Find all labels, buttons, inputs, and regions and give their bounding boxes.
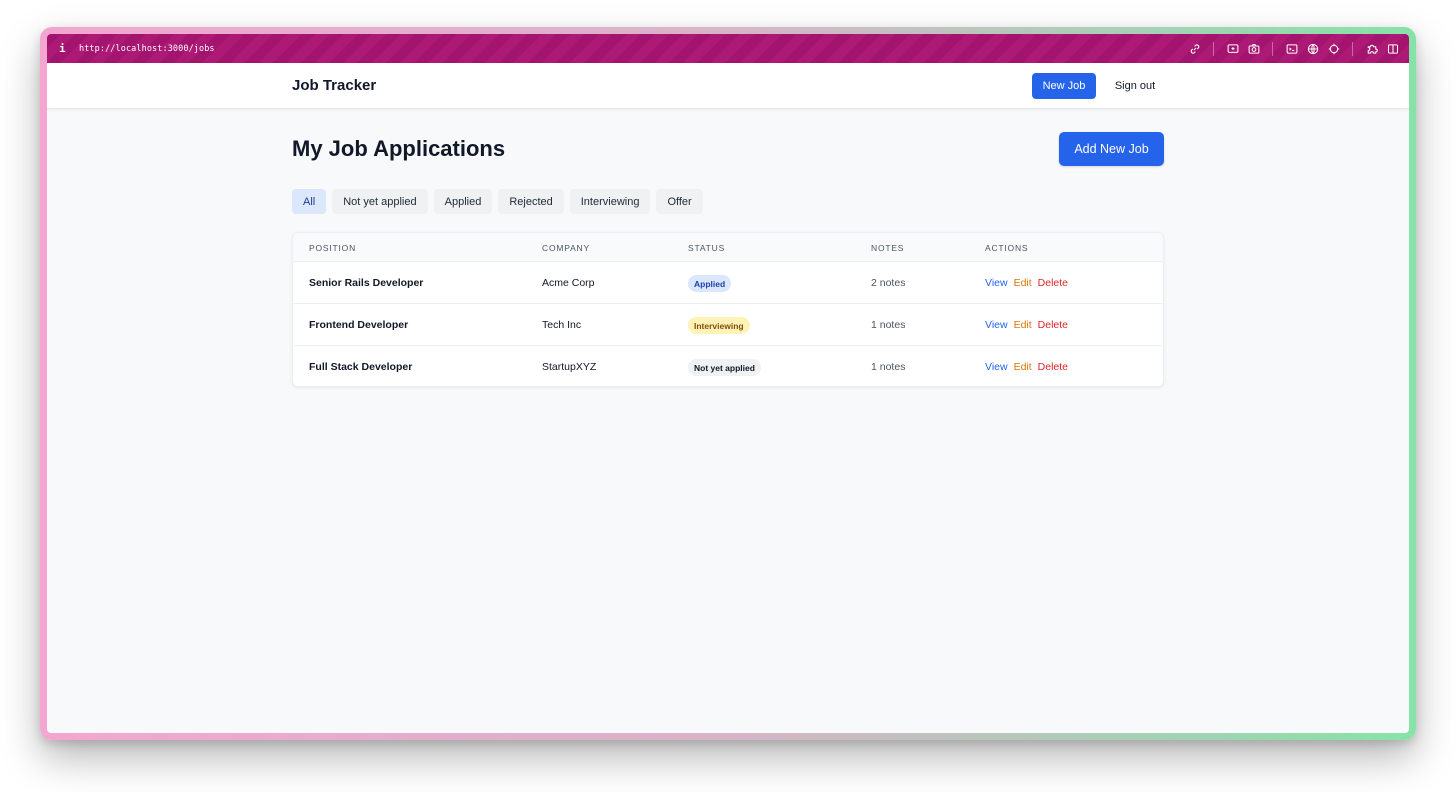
screen-record-icon[interactable] xyxy=(1226,42,1239,55)
table-row: Frontend Developer Tech Inc Interviewing… xyxy=(293,304,1163,346)
globe-icon[interactable] xyxy=(1306,42,1319,55)
edit-link[interactable]: Edit xyxy=(1014,277,1032,289)
delete-link[interactable]: Delete xyxy=(1038,319,1068,331)
row-actions: View Edit Delete xyxy=(985,361,1068,373)
column-header-position: POSITION xyxy=(309,243,357,253)
sign-out-button[interactable]: Sign out xyxy=(1107,73,1163,99)
status-badge: Applied xyxy=(688,275,732,292)
job-position: Senior Rails Developer xyxy=(309,277,424,289)
column-header-notes: NOTES xyxy=(871,243,905,253)
table-row: Full Stack Developer StartupXYZ Not yet … xyxy=(293,346,1163,386)
row-actions: View Edit Delete xyxy=(985,319,1068,331)
page-title: My Job Applications xyxy=(292,136,506,161)
view-link[interactable]: View xyxy=(985,319,1008,331)
filter-not-yet-applied[interactable]: Not yet applied xyxy=(332,189,428,214)
status-badge: Not yet applied xyxy=(688,359,761,376)
job-company: Tech Inc xyxy=(542,319,582,331)
filter-interviewing[interactable]: Interviewing xyxy=(569,189,651,214)
crosshair-icon[interactable] xyxy=(1327,42,1340,55)
filter-rejected[interactable]: Rejected xyxy=(498,189,564,214)
table-header: POSITION COMPANY STATUS NOTES ACTIONS xyxy=(293,233,1163,262)
job-position: Frontend Developer xyxy=(309,319,409,331)
column-header-status: STATUS xyxy=(688,243,726,253)
info-icon[interactable]: i xyxy=(59,42,71,55)
job-notes-count: 2 notes xyxy=(871,277,906,289)
link-icon[interactable] xyxy=(1188,42,1201,55)
view-link[interactable]: View xyxy=(985,277,1008,289)
job-notes-count: 1 notes xyxy=(871,361,906,373)
column-header-company: COMPANY xyxy=(542,243,590,253)
delete-link[interactable]: Delete xyxy=(1038,277,1068,289)
filter-applied[interactable]: Applied xyxy=(433,189,493,214)
filter-all[interactable]: All xyxy=(292,189,327,214)
terminal-icon[interactable] xyxy=(1285,42,1298,55)
puzzle-icon[interactable] xyxy=(1365,42,1378,55)
job-notes-count: 1 notes xyxy=(871,319,906,331)
filter-offer[interactable]: Offer xyxy=(656,189,703,214)
browser-window: i http://localhost:3000/jobs Job Tracker… xyxy=(47,34,1409,733)
view-link[interactable]: View xyxy=(985,361,1008,373)
camera-icon[interactable] xyxy=(1247,42,1260,55)
job-company: StartupXYZ xyxy=(542,361,597,373)
brand-logo[interactable]: Job Tracker xyxy=(292,77,376,94)
edit-link[interactable]: Edit xyxy=(1014,319,1032,331)
status-badge: Interviewing xyxy=(688,317,750,334)
table-row: Senior Rails Developer Acme Corp Applied… xyxy=(293,262,1163,304)
status-filter-tabs: All Not yet applied Applied Rejected Int… xyxy=(292,189,703,214)
job-position: Full Stack Developer xyxy=(309,361,413,373)
add-new-job-button[interactable]: Add New Job xyxy=(1059,132,1164,166)
row-actions: View Edit Delete xyxy=(985,277,1068,289)
new-job-button[interactable]: New Job xyxy=(1032,73,1096,99)
jobs-table: POSITION COMPANY STATUS NOTES ACTIONS Se… xyxy=(292,232,1164,387)
app-header: Job Tracker New Job Sign out xyxy=(47,63,1409,109)
url-bar[interactable]: http://localhost:3000/jobs xyxy=(79,44,215,54)
delete-link[interactable]: Delete xyxy=(1038,361,1068,373)
column-header-actions: ACTIONS xyxy=(985,243,1029,253)
job-company: Acme Corp xyxy=(542,277,595,289)
sidebar-icon[interactable] xyxy=(1386,42,1399,55)
browser-toolbar: i http://localhost:3000/jobs xyxy=(47,34,1409,63)
edit-link[interactable]: Edit xyxy=(1014,361,1032,373)
